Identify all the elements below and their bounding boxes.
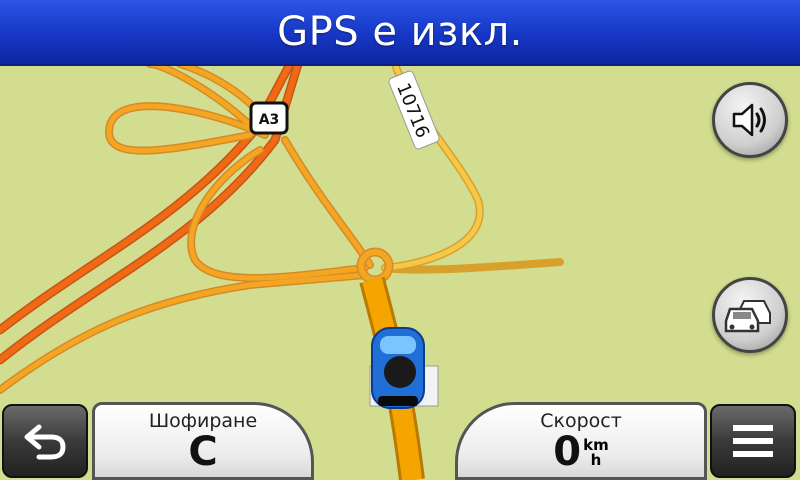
traffic-cars-icon <box>724 300 771 333</box>
status-bar: GPS е изкл. <box>0 0 800 66</box>
menu-button[interactable] <box>710 404 796 478</box>
speed-value: 0 <box>553 429 582 475</box>
speed-label: Скорост <box>540 410 622 432</box>
speed-unit-bottom: h <box>590 451 602 469</box>
traffic-button[interactable] <box>712 277 788 353</box>
gps-status-title: GPS е изкл. <box>277 9 523 55</box>
volume-button[interactable] <box>712 82 788 158</box>
svg-text:A3: A3 <box>259 112 280 128</box>
speaker-volume-icon <box>732 103 766 137</box>
heading-value: С <box>188 429 218 475</box>
back-button[interactable] <box>2 404 88 478</box>
speed-field[interactable]: Скорост 0 km h <box>455 402 707 480</box>
driving-field[interactable]: Шофиране С <box>92 402 314 480</box>
back-arrow-icon <box>24 424 66 460</box>
speed-unit: km h <box>583 438 609 468</box>
menu-icon <box>733 425 773 457</box>
road-shield-a3: A3 <box>249 101 289 135</box>
